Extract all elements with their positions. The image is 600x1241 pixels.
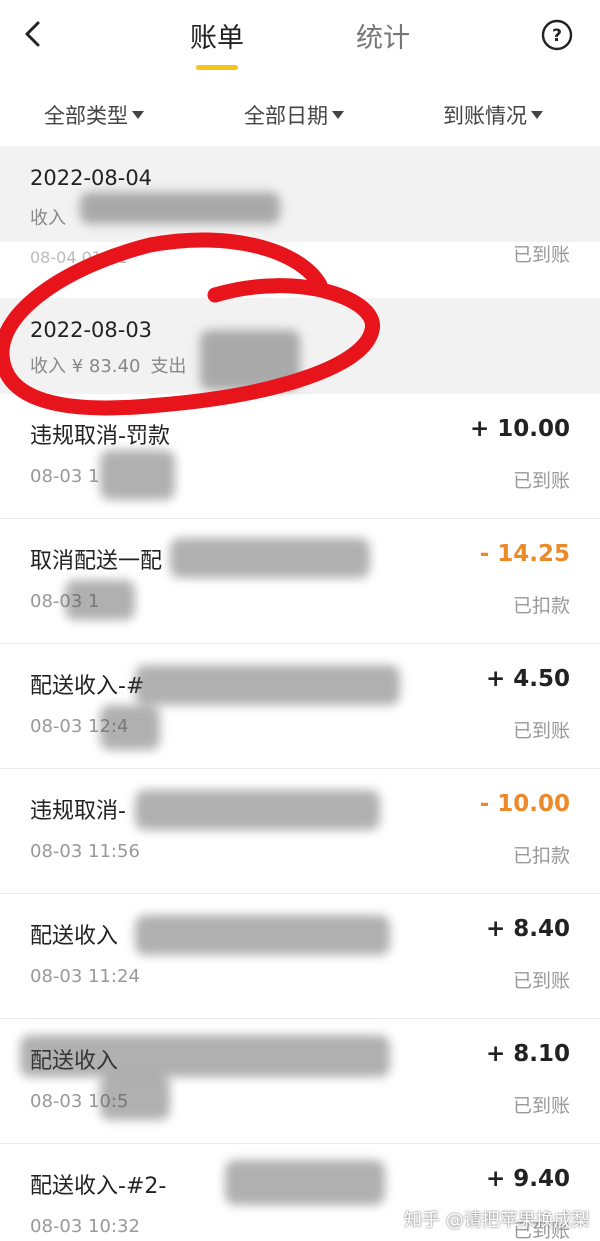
row-amount: + 9.40: [485, 1166, 570, 1192]
row-amount: - 10.00: [479, 791, 570, 817]
row-amount: + 8.40: [485, 916, 570, 942]
row-amount: + 4.50: [485, 666, 570, 692]
filter-arrival-label: 到账情况: [443, 104, 527, 128]
group-summary: 收入: [30, 208, 66, 229]
redaction-smudge: [100, 450, 175, 500]
filter-date-dropdown[interactable]: 全部日期: [244, 100, 344, 130]
top-bar: 账单 统计 ?: [0, 0, 600, 80]
tab-statistics[interactable]: 统计: [356, 16, 410, 55]
row-title: 配送收入-#2-: [30, 1174, 167, 1199]
row-time: 08-03 11:24: [30, 966, 140, 987]
caret-down-icon: [132, 111, 144, 119]
table-row[interactable]: 配送收入-# 08-03 12:4 + 4.50 已到账: [0, 644, 600, 769]
row-status: 已到账: [512, 720, 570, 742]
row-amount: + 8.10: [485, 1041, 570, 1067]
caret-down-icon: [332, 111, 344, 119]
row-title: 取消配送一配: [30, 549, 163, 574]
row-time: 08-03 10:32: [30, 1216, 140, 1237]
back-arrow-icon[interactable]: [18, 18, 50, 50]
row-time: 08-03 1: [30, 466, 100, 487]
filter-bar: 全部类型 全部日期 到账情况: [0, 80, 600, 146]
tab-bill[interactable]: 账单: [190, 16, 244, 55]
row-status: 已到账: [512, 970, 570, 992]
row-amount: + 10.00: [469, 416, 570, 442]
table-row[interactable]: 配送收入 08-03 11:24 + 8.40 已到账: [0, 894, 600, 1019]
redaction-smudge: [20, 1035, 390, 1077]
row-title: 配送收入-#: [30, 674, 145, 699]
group-date: 2022-08-04: [30, 166, 153, 190]
filter-arrival-dropdown[interactable]: 到账情况: [443, 100, 543, 130]
redaction-smudge: [135, 915, 390, 955]
row-status: 已到账: [512, 470, 570, 492]
row-title: 违规取消-: [30, 799, 126, 824]
red-annotation-circle: [0, 232, 380, 416]
active-tab-indicator: [196, 65, 238, 70]
row-amount: - 14.25: [479, 541, 570, 567]
row-status: 已扣款: [512, 595, 570, 617]
redaction-smudge: [65, 580, 135, 620]
filter-type-dropdown[interactable]: 全部类型: [44, 100, 144, 130]
watermark-text: 知乎 @请把苹果换成梨: [404, 1210, 590, 1231]
redaction-smudge: [100, 1075, 170, 1120]
row-status: 已到账: [512, 244, 570, 266]
row-status: 已扣款: [512, 845, 570, 867]
redaction-smudge: [135, 790, 380, 830]
redaction-smudge: [100, 705, 160, 750]
redaction-smudge: [135, 665, 400, 705]
table-row[interactable]: 违规取消- 08-03 11:56 - 10.00 已扣款: [0, 769, 600, 894]
caret-down-icon: [531, 111, 543, 119]
svg-text:?: ?: [552, 26, 562, 46]
row-title: 配送收入: [30, 924, 119, 949]
redaction-smudge: [225, 1160, 385, 1205]
redaction-smudge: [80, 192, 280, 224]
filter-date-label: 全部日期: [244, 104, 328, 128]
help-icon[interactable]: ?: [541, 19, 573, 51]
row-status: 已到账: [512, 1095, 570, 1117]
row-time: 08-03 11:56: [30, 841, 140, 862]
redaction-smudge: [170, 538, 370, 578]
filter-type-label: 全部类型: [44, 104, 128, 128]
